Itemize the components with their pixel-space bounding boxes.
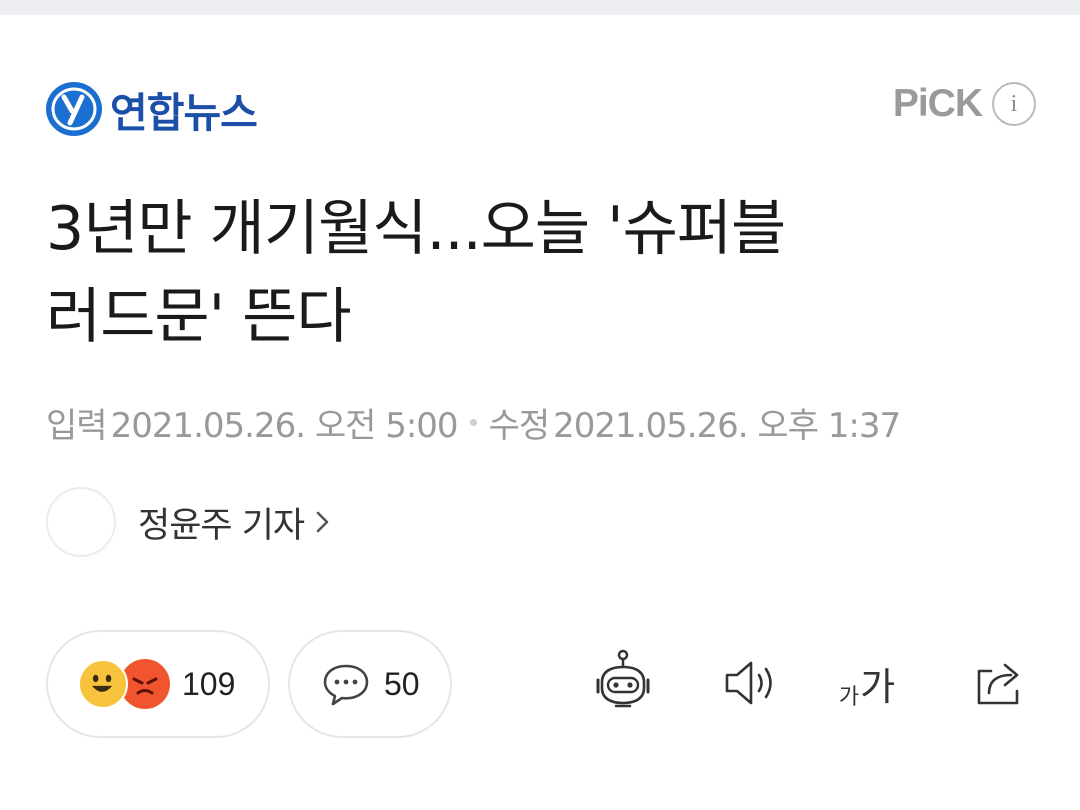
comment-count: 50 [384, 665, 420, 702]
reaction-button[interactable]: 109 [46, 630, 270, 738]
share-icon [977, 663, 1019, 705]
reaction-count: 109 [182, 665, 236, 702]
happy-emoji-icon [78, 659, 128, 709]
input-datetime: 2021.05.26. 오전 5:00 [110, 406, 459, 446]
author-name: 정윤주 기자 [138, 505, 305, 546]
pick-badge: PiCK i [893, 82, 1036, 126]
summary-bot-button[interactable] [588, 648, 658, 718]
modified-datetime: 2021.05.26. 오후 1:37 [553, 406, 901, 446]
modified-label: 수정 [488, 406, 551, 446]
info-icon[interactable]: i [992, 82, 1036, 126]
chevron-right-icon [316, 511, 329, 533]
font-size-icon: 가 가 [839, 656, 895, 711]
speech-bubble-icon [323, 664, 369, 706]
author-avatar [46, 487, 116, 557]
robot-summary-icon [596, 649, 650, 708]
pick-label: PiCK [892, 82, 983, 125]
input-label: 입력 [46, 406, 108, 446]
author-link[interactable]: 정윤주 기자 [46, 486, 332, 558]
top-status-strip [0, 0, 1080, 15]
article-action-bar: 109 50 가 가 [46, 630, 1036, 738]
press-name: 연합뉴스 [110, 89, 258, 137]
font-big-glyph: 가 [860, 664, 896, 709]
yonhap-emblem-icon [46, 82, 102, 136]
article-dates: 입력 2021.05.26. 오전 5:00 수정 2021.05.26. 오후… [46, 398, 901, 447]
font-size-button[interactable]: 가 가 [832, 648, 902, 718]
meta-separator-dot [469, 419, 477, 426]
press-header: 연합뉴스 PiCK i [44, 70, 1036, 146]
article-headline: 3년만 개기월식...오늘 '슈퍼블 러드문' 뜬다 [46, 185, 1036, 361]
press-logo[interactable]: 연합뉴스 [44, 74, 258, 144]
share-button[interactable] [964, 648, 1034, 718]
headline-line-2: 러드문' 뜬다 [46, 282, 352, 352]
headline-line-1: 3년만 개기월식...오늘 '슈퍼블 [46, 194, 786, 264]
speaker-icon [725, 661, 772, 705]
comment-button[interactable]: 50 [288, 630, 452, 738]
text-to-speech-button[interactable] [714, 648, 784, 718]
font-small-glyph: 가 [838, 684, 860, 710]
